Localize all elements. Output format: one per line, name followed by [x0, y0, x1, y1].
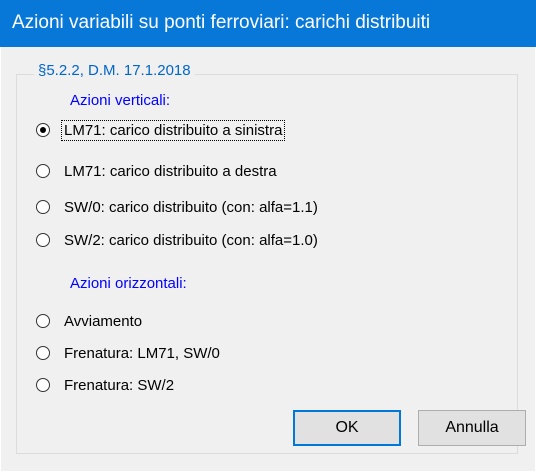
group-box-title: §5.2.2, D.M. 17.1.2018 [34, 62, 195, 79]
radio-icon[interactable] [36, 314, 50, 328]
radio-label: LM71: carico distribuito a sinistra [60, 119, 286, 141]
radio-frenatura-sw2[interactable]: Frenatura: SW/2 [36, 373, 176, 397]
radio-label: Frenatura: SW/2 [64, 376, 175, 394]
vertical-actions-heading: Azioni verticali: [70, 92, 171, 109]
radio-label: SW/0: carico distribuito (con: alfa=1.1) [64, 198, 318, 216]
radio-icon[interactable] [36, 378, 50, 392]
cancel-button[interactable]: Annulla [418, 410, 526, 446]
title-bar[interactable]: Azioni variabili su ponti ferroviari: ca… [0, 0, 536, 47]
radio-icon[interactable] [36, 233, 50, 247]
radio-label: LM71: carico distribuito a destra [64, 162, 277, 180]
horizontal-actions-heading: Azioni orizzontali: [70, 275, 187, 292]
radio-sw2[interactable]: SW/2: carico distribuito (con: alfa=1.0) [36, 228, 320, 252]
radio-lm71-right[interactable]: LM71: carico distribuito a destra [36, 159, 279, 183]
radio-avviamento[interactable]: Avviamento [36, 309, 144, 333]
window-title: Azioni variabili su ponti ferroviari: ca… [12, 12, 431, 33]
radio-icon[interactable] [36, 200, 50, 214]
radio-icon[interactable] [36, 346, 50, 360]
radio-frenatura-lm71-sw0[interactable]: Frenatura: LM71, SW/0 [36, 341, 222, 365]
radio-icon[interactable] [36, 164, 50, 178]
radio-label: SW/2: carico distribuito (con: alfa=1.0) [64, 231, 318, 249]
ok-button[interactable]: OK [293, 410, 401, 446]
radio-selected-icon[interactable] [36, 123, 50, 137]
radio-label: Avviamento [64, 312, 143, 330]
radio-lm71-left[interactable]: LM71: carico distribuito a sinistra [36, 118, 286, 142]
radio-label: Frenatura: LM71, SW/0 [64, 344, 220, 362]
radio-sw0[interactable]: SW/0: carico distribuito (con: alfa=1.1) [36, 195, 320, 219]
